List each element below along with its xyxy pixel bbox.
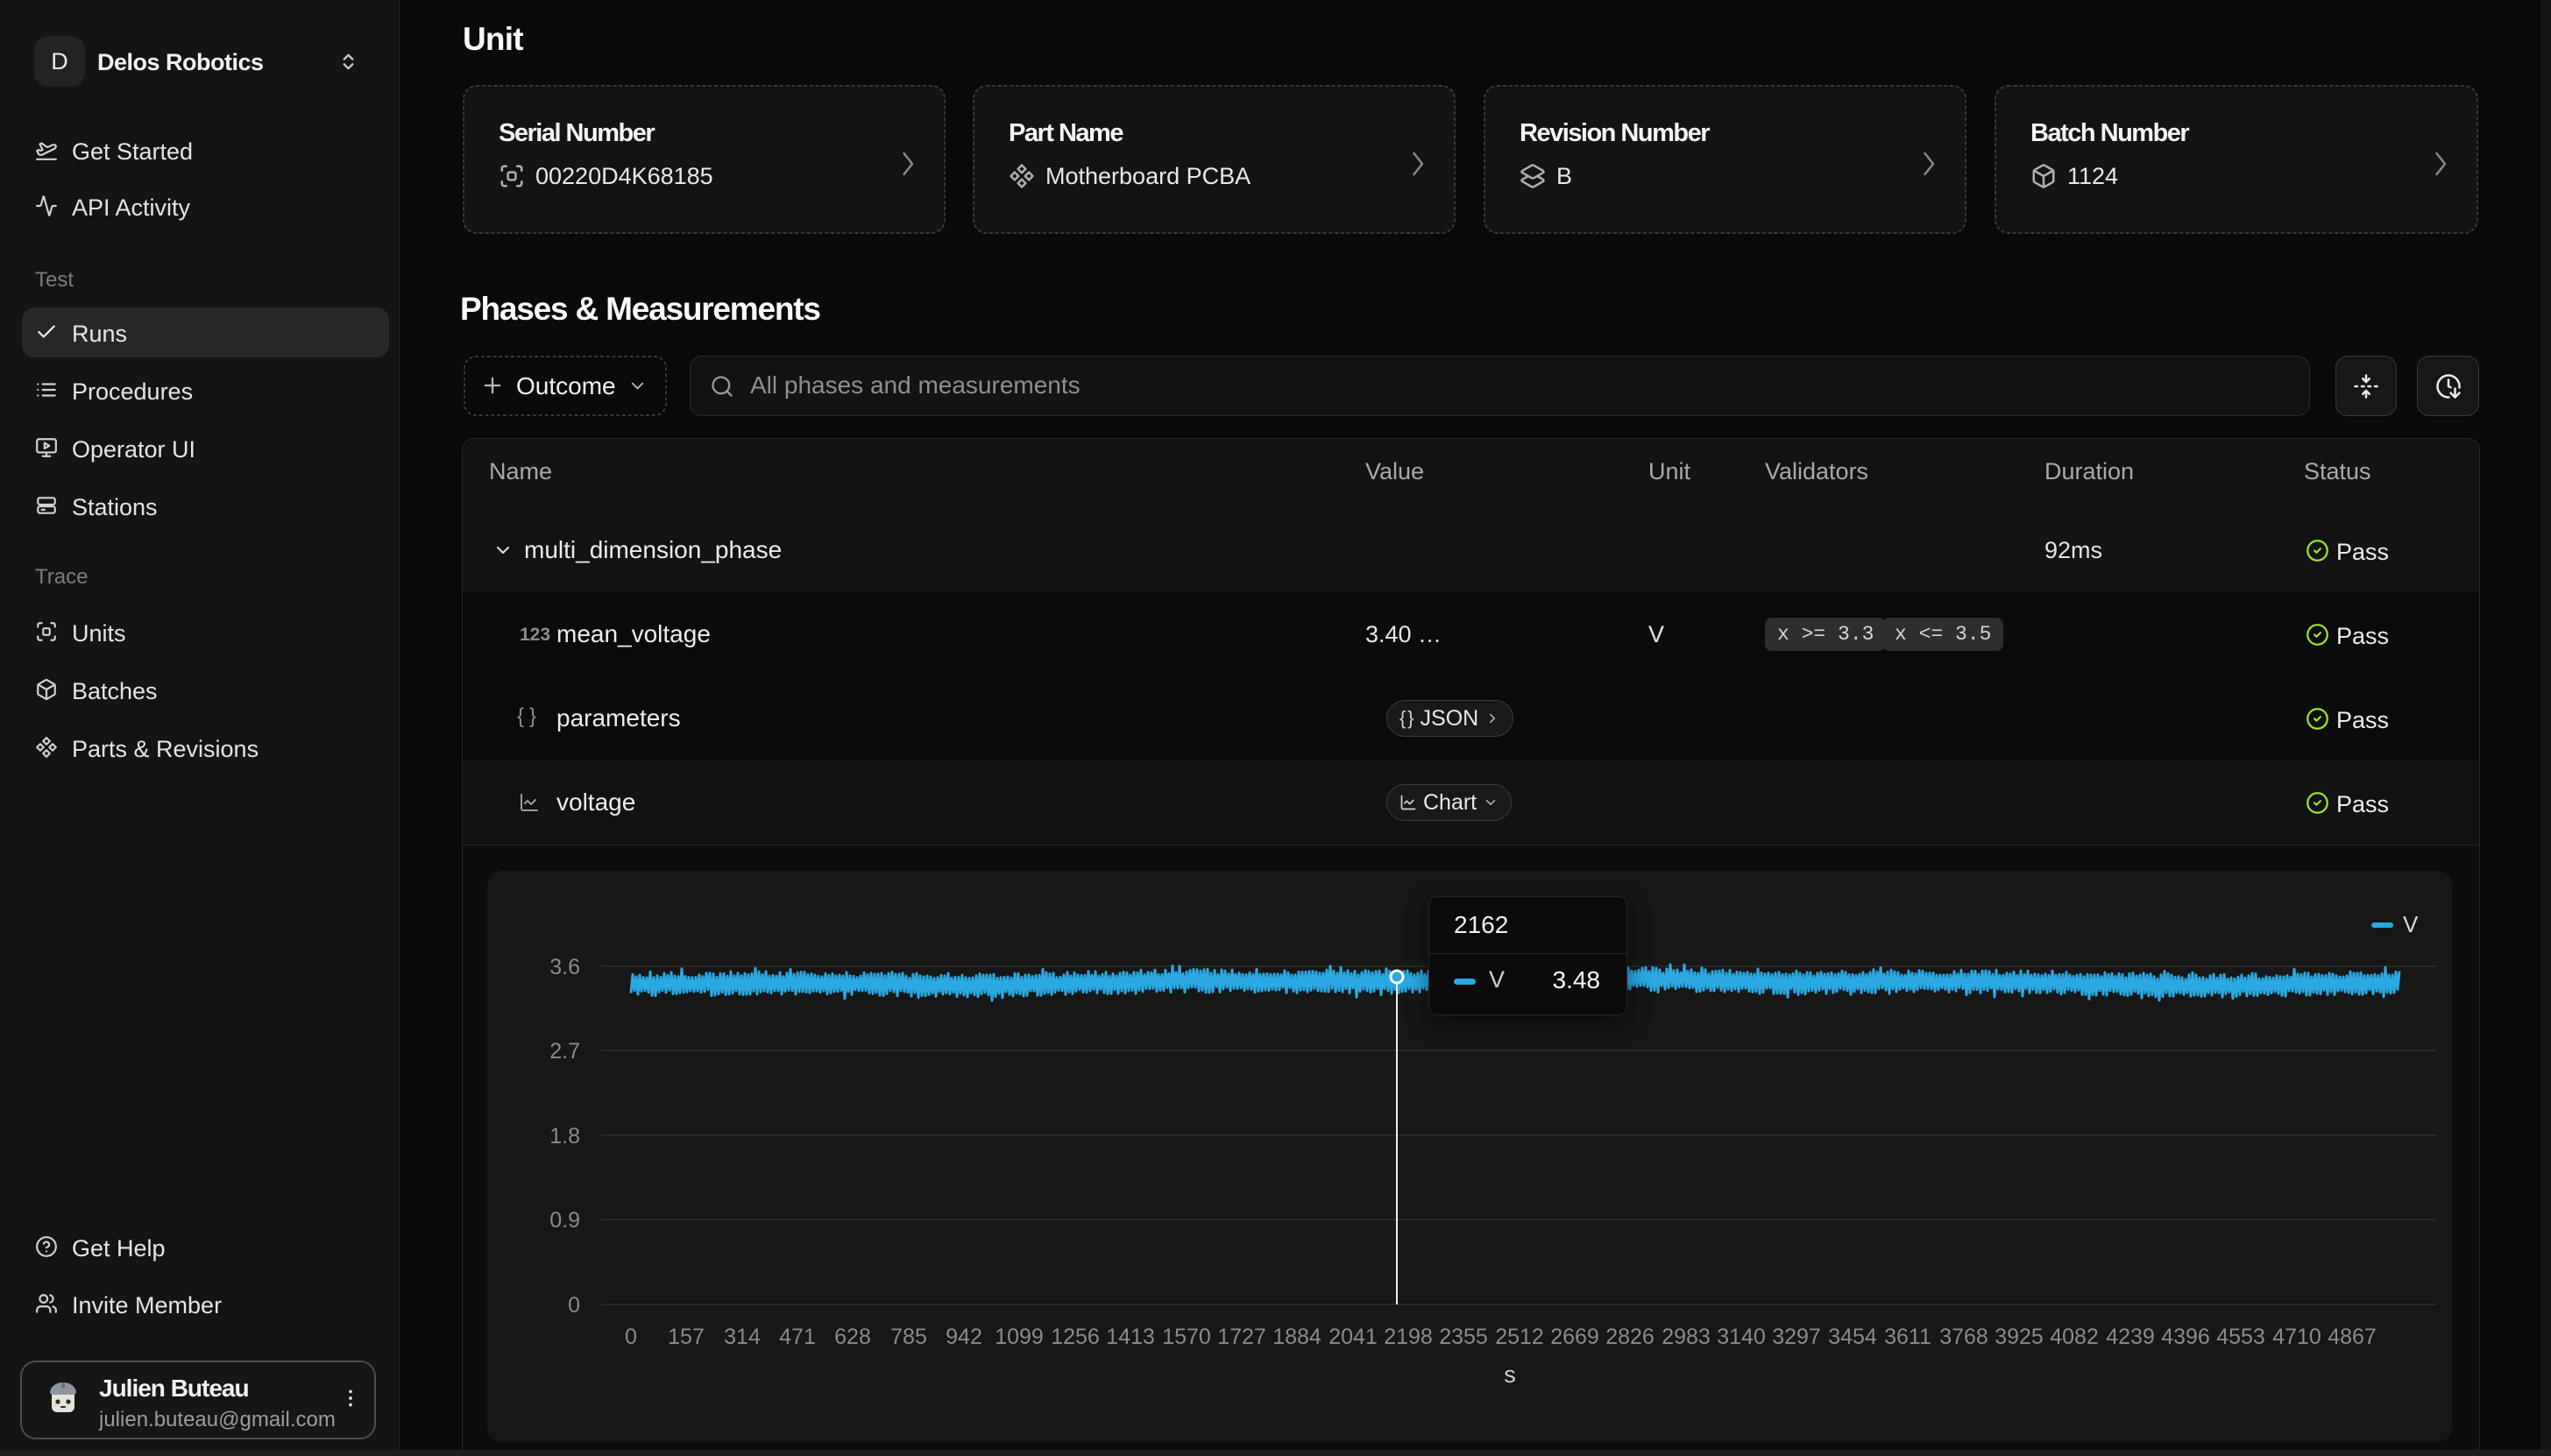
- svg-text:2041: 2041: [1329, 1325, 1378, 1349]
- svg-text:1884: 1884: [1272, 1325, 1322, 1349]
- svg-text:942: 942: [946, 1325, 982, 1349]
- svg-text:4396: 4396: [2161, 1325, 2210, 1349]
- svg-text:628: 628: [834, 1325, 871, 1349]
- svg-text:4867: 4867: [2328, 1325, 2377, 1349]
- svg-text:1.8: 1.8: [549, 1124, 580, 1149]
- svg-text:3.6: 3.6: [549, 955, 580, 979]
- svg-text:3925: 3925: [1995, 1325, 2044, 1349]
- svg-text:1570: 1570: [1162, 1325, 1211, 1349]
- svg-text:1413: 1413: [1106, 1325, 1155, 1349]
- svg-text:4710: 4710: [2272, 1325, 2321, 1349]
- svg-text:314: 314: [724, 1325, 761, 1349]
- svg-text:2512: 2512: [1495, 1325, 1544, 1349]
- svg-text:471: 471: [779, 1325, 816, 1349]
- svg-text:2826: 2826: [1605, 1325, 1655, 1349]
- svg-text:3611: 3611: [1884, 1325, 1931, 1349]
- svg-text:2198: 2198: [1384, 1325, 1433, 1349]
- svg-text:2.7: 2.7: [549, 1039, 580, 1064]
- svg-text:1727: 1727: [1217, 1325, 1266, 1349]
- svg-text:3140: 3140: [1717, 1325, 1766, 1349]
- svg-text:4239: 4239: [2106, 1325, 2155, 1349]
- svg-text:0: 0: [568, 1293, 580, 1318]
- svg-text:4553: 4553: [2216, 1325, 2265, 1349]
- svg-text:3768: 3768: [1939, 1325, 1988, 1349]
- svg-text:4082: 4082: [2050, 1325, 2099, 1349]
- svg-text:0.9: 0.9: [549, 1208, 580, 1233]
- svg-text:2983: 2983: [1662, 1325, 1711, 1349]
- svg-text:0: 0: [625, 1325, 637, 1349]
- svg-text:157: 157: [668, 1325, 705, 1349]
- svg-text:s: s: [1504, 1361, 1516, 1388]
- svg-text:785: 785: [890, 1325, 927, 1349]
- svg-text:1099: 1099: [995, 1325, 1044, 1349]
- svg-text:3297: 3297: [1772, 1325, 1821, 1349]
- svg-text:1256: 1256: [1051, 1325, 1100, 1349]
- svg-text:3454: 3454: [1828, 1325, 1877, 1349]
- svg-text:2669: 2669: [1550, 1325, 1599, 1349]
- svg-text:2355: 2355: [1439, 1325, 1488, 1349]
